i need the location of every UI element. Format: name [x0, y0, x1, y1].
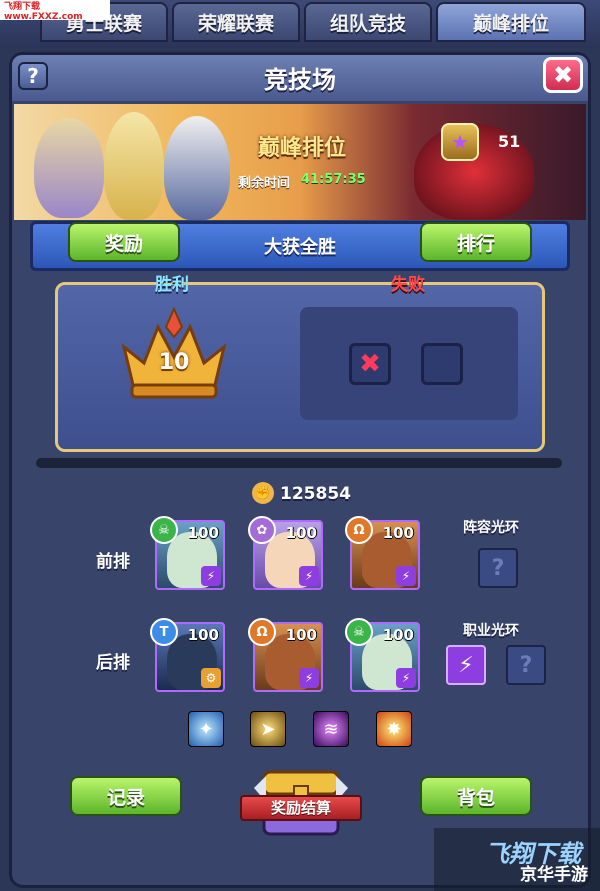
cross-icon: ✖: [359, 349, 381, 379]
hero-level: 100: [285, 626, 317, 644]
frost-skill-icon[interactable]: ✦: [188, 711, 224, 747]
help-button[interactable]: ?: [18, 62, 48, 90]
claw-class-icon: ⚡: [299, 668, 319, 688]
tab-team-battle[interactable]: 组队竞技: [304, 2, 432, 42]
tab-glory-league[interactable]: 荣耀联赛: [172, 2, 300, 42]
divider: [36, 458, 562, 468]
tab-peak-ranking[interactable]: 巅峰排位: [436, 2, 586, 42]
loss-slot-2: [421, 343, 463, 385]
gear-class-icon: ⚙: [201, 668, 221, 688]
hero-art-elf: [104, 112, 164, 220]
fist-icon: ✊: [252, 482, 274, 504]
dash-skill-icon[interactable]: ➤: [250, 711, 286, 747]
class-aura-claw-icon[interactable]: ⚡: [446, 645, 486, 685]
reward-settlement-label[interactable]: 奖励结算: [240, 795, 362, 821]
team-power: 125854: [280, 484, 351, 504]
undead-faction-icon: ☠: [150, 516, 178, 544]
hero-level: 100: [187, 524, 219, 542]
hero-art-knight: [34, 118, 104, 218]
close-button[interactable]: ✖: [543, 57, 583, 93]
record-button[interactable]: 记录: [70, 776, 182, 816]
claw-class-icon: ⚡: [396, 668, 416, 688]
close-icon: ✖: [552, 61, 574, 89]
ribbon-title: 大获全胜: [264, 237, 336, 258]
rewards-button[interactable]: 奖励: [68, 222, 180, 262]
claw-skill-icon[interactable]: ≋: [313, 711, 349, 747]
bag-button[interactable]: 背包: [420, 776, 532, 816]
formation-aura-slot[interactable]: ?: [478, 548, 518, 588]
star-badge-icon: ★: [441, 123, 479, 161]
logo-line-2: 京华手游: [520, 865, 588, 885]
front-row-label: 前排: [96, 552, 130, 572]
banner-title: 巅峰排位: [257, 136, 346, 161]
claw-class-icon: ⚡: [201, 566, 221, 586]
hero-level: 100: [382, 524, 414, 542]
hero-level: 100: [187, 626, 219, 644]
undead-faction-icon: ☠: [345, 618, 373, 646]
question-icon: ?: [27, 64, 39, 88]
claw-class-icon: ⚡: [299, 566, 319, 586]
question-icon: ?: [491, 555, 505, 581]
lose-label: 失败: [391, 275, 425, 295]
hero-level: 100: [382, 626, 414, 644]
class-aura-label: 职业光环: [463, 623, 519, 639]
win-label: 胜利: [155, 275, 189, 295]
win-count: 10: [158, 350, 190, 375]
hero-art-archer: [164, 116, 230, 220]
back-row-label: 后排: [96, 653, 130, 673]
fortress-faction-icon: Ω: [248, 618, 276, 646]
rank-value: 51: [498, 132, 521, 151]
page-title: 竞技场: [264, 66, 336, 94]
time-remaining-value: 41:57:35: [301, 172, 366, 187]
leaderboard-button[interactable]: 排行: [420, 222, 532, 262]
claw-class-icon: ⚡: [396, 566, 416, 586]
burst-skill-icon[interactable]: ✸: [376, 711, 412, 747]
nature-faction-icon: ✿: [248, 516, 276, 544]
time-remaining-label: 剩余时间: [238, 176, 291, 191]
formation-aura-label: 阵容光环: [463, 520, 519, 536]
fortress-faction-icon: Ω: [345, 516, 373, 544]
hero-level: 100: [285, 524, 317, 542]
watermark-corner: 飞翔下载 www.FXXZ.com: [0, 0, 110, 22]
class-aura-slot[interactable]: ?: [506, 645, 546, 685]
season-banner: [14, 104, 586, 220]
shadow-faction-icon: T: [150, 618, 178, 646]
loss-slots: [300, 307, 518, 420]
loss-slot-1: ✖: [349, 343, 391, 385]
question-icon: ?: [519, 652, 533, 678]
